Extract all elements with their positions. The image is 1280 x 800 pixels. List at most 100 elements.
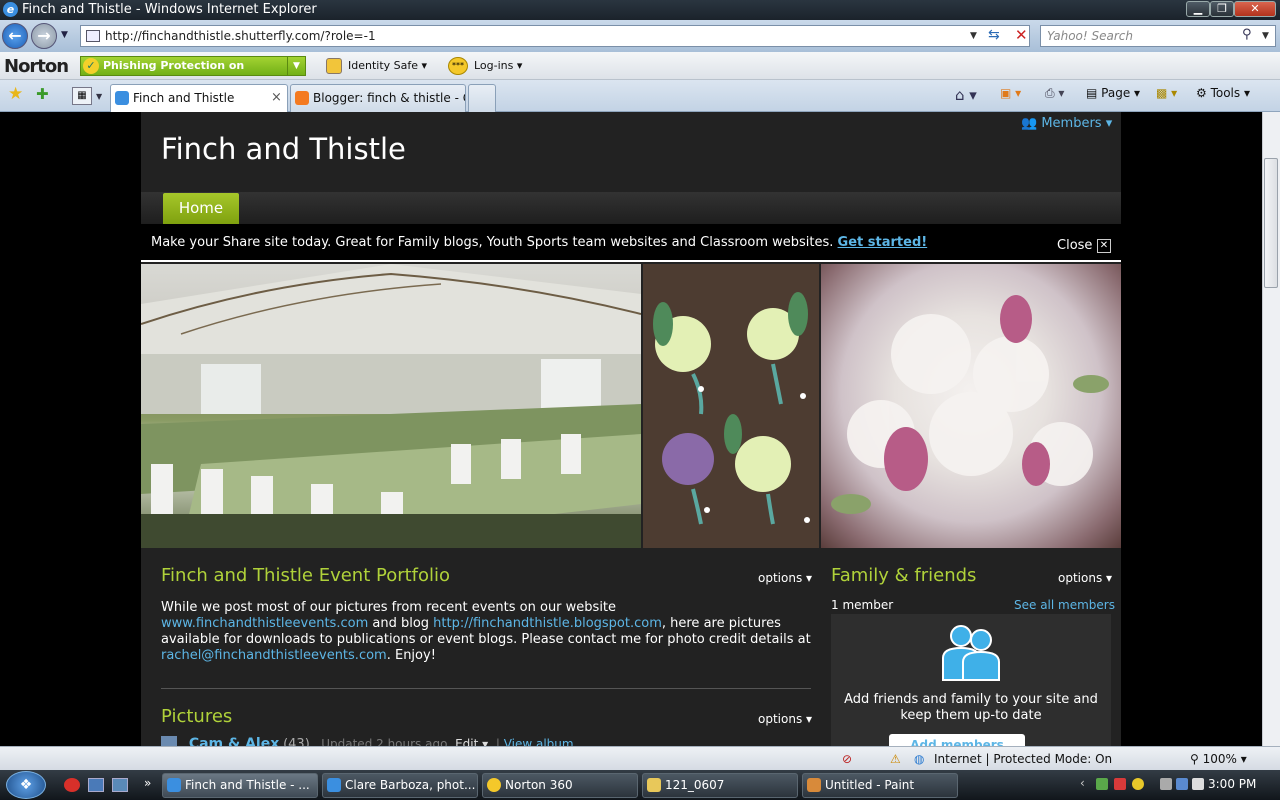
album-link[interactable]: Cam & Alex: [189, 736, 279, 746]
taskbar-clock[interactable]: 3:00 PM: [1208, 777, 1256, 791]
tray-norton-icon[interactable]: [1132, 778, 1144, 790]
pictures-title: Pictures: [161, 706, 233, 727]
refresh-icon[interactable]: ⇆: [988, 27, 1000, 43]
bridal-bouquet-photo[interactable]: [821, 264, 1121, 548]
promo-banner: Make your Share site today. Great for Fa…: [141, 224, 1121, 262]
tab-bar: ★ ✚ ▦ ▼ Finch and Thistle × Blogger: fin…: [0, 80, 1280, 112]
portfolio-description: While we post most of our pictures from …: [161, 600, 811, 663]
add-members-message: Add friends and family to your site and …: [844, 692, 1098, 723]
site-nav-strip: [141, 192, 1121, 224]
close-tab-icon[interactable]: ×: [271, 85, 282, 111]
taskbar-item-norton[interactable]: Norton 360: [482, 773, 638, 798]
tray-volume-icon[interactable]: [1192, 778, 1204, 790]
boutonniere-photo[interactable]: [643, 264, 819, 548]
family-options-menu[interactable]: options ▾: [1058, 571, 1112, 585]
close-icon[interactable]: ✕: [1097, 239, 1111, 253]
phishing-protection-label: Phishing Protection on: [103, 59, 245, 72]
search-icon[interactable]: ⚲: [1242, 27, 1252, 42]
stop-icon[interactable]: ✕: [1015, 26, 1028, 44]
switch-windows-icon[interactable]: [112, 778, 128, 792]
safety-icon[interactable]: ▩ ▾: [1156, 86, 1177, 100]
windows-taskbar: ❖ » Finch and Thistle - ... Clare Barboz…: [0, 770, 1280, 800]
add-favorites-icon[interactable]: ✚: [36, 85, 49, 103]
family-friends-title: Family & friends: [831, 565, 977, 586]
tent-reception-photo[interactable]: [141, 264, 641, 548]
security-zone-label: Internet | Protected Mode: On: [934, 752, 1113, 766]
get-started-link[interactable]: Get started!: [838, 235, 928, 250]
show-desktop-icon[interactable]: [88, 778, 104, 792]
tray-power-icon[interactable]: [1160, 778, 1172, 790]
phishing-protection-button[interactable]: ✓ Phishing Protection on ▼: [80, 56, 306, 76]
portfolio-options-menu[interactable]: options ▾: [758, 571, 812, 585]
members-menu[interactable]: 👥 Members ▾: [1021, 116, 1112, 131]
window-title: Finch and Thistle - Windows Internet Exp…: [22, 2, 317, 17]
recent-pages-chevron-icon[interactable]: ▼: [61, 30, 68, 40]
close-window-button[interactable]: ✕: [1234, 1, 1276, 17]
favorites-star-icon[interactable]: ★: [8, 84, 23, 104]
see-all-members-link[interactable]: See all members: [1014, 598, 1115, 612]
minimize-button[interactable]: ▁: [1186, 1, 1210, 17]
new-tab-button[interactable]: [468, 84, 496, 112]
album-edit-menu[interactable]: Edit ▾: [455, 737, 488, 746]
search-options-icon[interactable]: ▼: [1262, 31, 1269, 41]
email-link[interactable]: rachel@finchandthistleevents.com: [161, 648, 387, 663]
tab-finch-and-thistle[interactable]: Finch and Thistle ×: [110, 84, 288, 112]
norton-icon: [487, 778, 501, 792]
zoom-level[interactable]: ⚲ 100% ▾: [1190, 752, 1247, 766]
start-button[interactable]: ❖: [6, 771, 46, 799]
taskbar-item-ie-finch[interactable]: Finch and Thistle - ...: [162, 773, 318, 798]
tab-list-chevron-icon[interactable]: ▼: [96, 92, 102, 101]
people-icon: [942, 625, 1000, 681]
aim-icon[interactable]: [64, 778, 80, 792]
maximize-button[interactable]: ❐: [1210, 1, 1234, 17]
identity-safe-menu[interactable]: Identity Safe ▾: [348, 59, 427, 72]
website-link[interactable]: www.finchandthistleevents.com: [161, 616, 368, 631]
scrollbar-thumb[interactable]: [1264, 158, 1278, 288]
tray-app-icon[interactable]: [1114, 778, 1126, 790]
page-icon: [86, 30, 100, 42]
print-icon[interactable]: ⎙ ▾: [1045, 86, 1064, 101]
page-menu[interactable]: ▤ Page ▾: [1086, 86, 1140, 100]
promo-close-label[interactable]: Close: [1057, 238, 1092, 253]
status-bar: ⊘ ⚠ ◍ Internet | Protected Mode: On ⚲ 10…: [0, 746, 1280, 770]
internet-zone-icon: ◍: [914, 752, 925, 766]
norton-logo: Norton: [4, 56, 69, 77]
add-members-button[interactable]: Add members: [889, 734, 1025, 746]
blog-link[interactable]: http://finchandthistle.blogspot.com: [433, 616, 662, 631]
tab-blogger[interactable]: Blogger: finch & thistle - C...: [290, 84, 466, 112]
home-icon[interactable]: ⌂ ▾: [955, 86, 977, 104]
logins-menu[interactable]: Log-ins ▾: [474, 59, 522, 72]
section-divider: [161, 688, 811, 689]
member-count: 1 member: [831, 598, 894, 612]
taskbar-item-paint[interactable]: Untitled - Paint: [802, 773, 958, 798]
search-input[interactable]: Yahoo! Search: [1040, 25, 1276, 47]
popup-blocker-icon[interactable]: ⊘: [842, 752, 852, 766]
tray-monitor-icon[interactable]: [1176, 778, 1188, 790]
address-bar[interactable]: http://finchandthistle.shutterfly.com/?r…: [80, 25, 1030, 47]
tools-menu[interactable]: ⚙ Tools ▾: [1196, 86, 1250, 100]
navigation-bar: ← → ▼ http://finchandthistle.shutterfly.…: [0, 20, 1280, 52]
taskbar-item-ie-clare[interactable]: Clare Barboza, phot...: [322, 773, 478, 798]
internet-explorer-icon: e: [3, 2, 18, 17]
promo-text: Make your Share site today. Great for Fa…: [151, 235, 928, 250]
page-viewport: 👥 Members ▾ Finch and Thistle Home Make …: [0, 112, 1262, 746]
add-members-panel: Add friends and family to your site and …: [831, 614, 1111, 746]
phishing-dropdown-icon[interactable]: ▼: [287, 57, 305, 75]
album-count: (43): [283, 737, 310, 746]
tray-network-icon[interactable]: [1096, 778, 1108, 790]
address-dropdown-icon[interactable]: ▼: [970, 31, 977, 41]
taskbar-item-folder[interactable]: 121_0607: [642, 773, 798, 798]
feeds-icon[interactable]: ▣ ▾: [1000, 86, 1021, 100]
back-button[interactable]: ←: [2, 23, 28, 49]
view-album-link[interactable]: View album: [504, 737, 574, 746]
checkmark-icon: ✓: [83, 58, 99, 74]
quick-launch-chevron-icon[interactable]: »: [144, 776, 151, 790]
share-site: 👥 Members ▾ Finch and Thistle Home Make …: [141, 112, 1121, 746]
ie-icon: [167, 778, 181, 792]
norton-toolbar: Norton ✓ Phishing Protection on ▼ Identi…: [0, 52, 1280, 80]
tray-expand-chevron-icon[interactable]: ‹: [1080, 776, 1085, 790]
home-tab[interactable]: Home: [163, 193, 239, 224]
forward-button[interactable]: →: [31, 23, 57, 49]
pictures-options-menu[interactable]: options ▾: [758, 712, 812, 726]
quick-tabs-icon[interactable]: ▦: [72, 87, 92, 105]
